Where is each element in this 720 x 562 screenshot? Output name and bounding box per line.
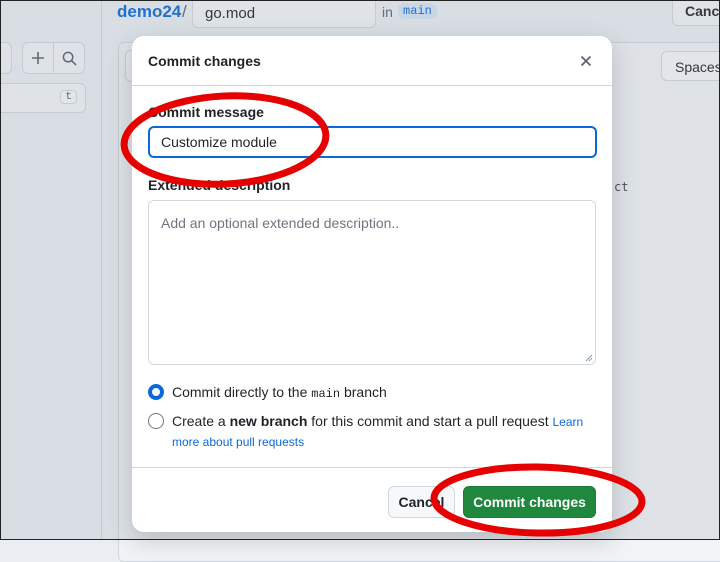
- commit-message-input[interactable]: Customize module: [148, 126, 597, 158]
- learn-more-link[interactable]: Learn: [553, 415, 584, 429]
- close-icon: [580, 55, 592, 67]
- dialog-title: Commit changes: [148, 53, 261, 69]
- commit-message-label: Commit message: [148, 104, 264, 120]
- new-branch-radio[interactable]: [148, 413, 164, 429]
- resize-grip-icon[interactable]: [585, 354, 593, 362]
- commit-dialog: Commit changes Commit message Customize …: [132, 36, 612, 532]
- extended-description-textarea[interactable]: Add an optional extended description..: [148, 200, 596, 365]
- branch-name: main: [311, 387, 341, 401]
- extended-description-label: Extended description: [148, 177, 291, 193]
- dialog-footer: Cancel Commit changes: [132, 467, 612, 532]
- commit-changes-button[interactable]: Commit changes: [463, 486, 596, 518]
- commit-direct-label[interactable]: Commit directly to the main branch: [172, 384, 387, 401]
- learn-more-link-continued[interactable]: more about pull requests: [172, 435, 304, 449]
- cancel-button[interactable]: Cancel: [388, 486, 455, 518]
- close-dialog-button[interactable]: [575, 50, 597, 72]
- dialog-header: Commit changes: [132, 36, 612, 86]
- extended-description-placeholder: Add an optional extended description..: [161, 215, 400, 231]
- new-branch-label[interactable]: Create a new branch for this commit and …: [172, 413, 583, 429]
- commit-direct-radio[interactable]: [148, 384, 164, 400]
